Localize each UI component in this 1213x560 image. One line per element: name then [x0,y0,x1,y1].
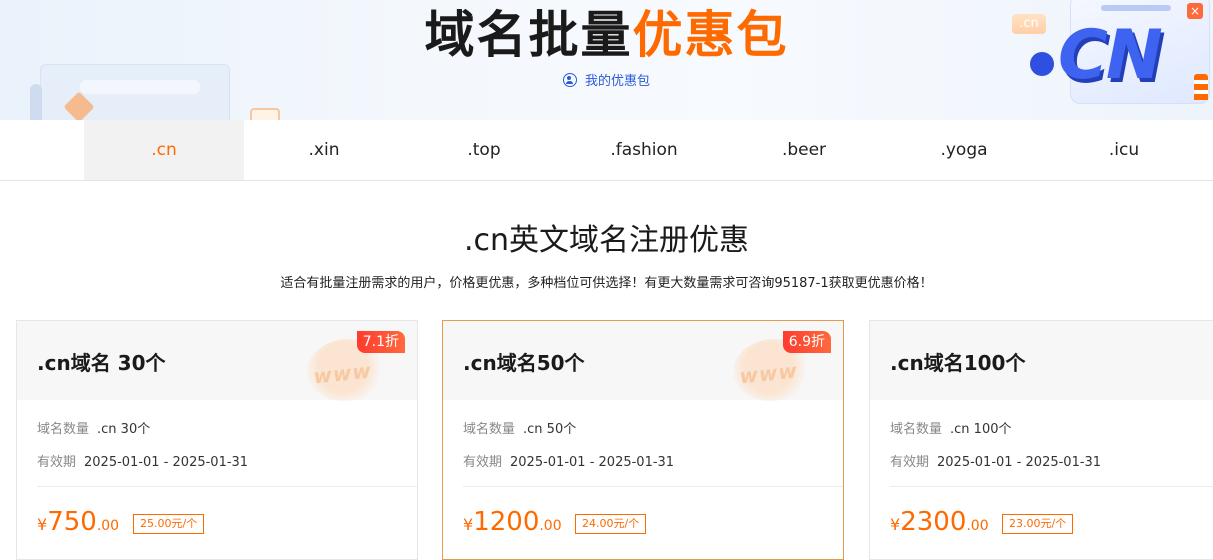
domain-count-label: 域名数量 [463,422,515,437]
package-card[interactable]: .cn域名 30个 www 7.1折 域名数量 .cn 30个 有效期 2025-0… [16,320,418,560]
domain-count-row: 域名数量 .cn 50个 [463,418,576,437]
package-card[interactable]: .cn域名50个 www 6.9折 域名数量 .cn 50个 有效期 2025-01… [442,320,844,560]
banner-illustration-right: .cn × CN [1000,0,1213,120]
discount-badge: 7.1折 [357,331,405,353]
tab-top[interactable]: .top [404,120,564,180]
divider [37,486,417,487]
price-integer: 1200 [473,507,539,537]
section-subtitle: 适合有批量注册需求的用户，价格更优惠，多种档位可供选择！有更大数量需求可咨询95… [0,274,1213,294]
tab-fashion[interactable]: .fashion [564,120,724,180]
domain-count-value: .cn 100个 [950,422,1011,437]
dot-icon [1030,52,1054,76]
banner-title-main: 域名批量 [425,6,633,64]
price: ¥2300.00 [890,507,989,537]
price-decimal: .00 [966,518,988,534]
currency-symbol: ¥ [463,515,473,534]
user-icon [563,73,577,87]
price-integer: 2300 [900,507,966,537]
validity-label: 有效期 [37,455,76,470]
traffic-cone-icon [1194,74,1208,100]
card-header: .cn域名 30个 www 7.1折 [17,321,417,400]
validity-row: 有效期 2025-01-01 - 2025-01-31 [37,451,248,470]
card-header: .cn域名50个 www 6.9折 [443,321,843,400]
currency-symbol: ¥ [890,515,900,534]
domain-count-row: 域名数量 .cn 30个 [37,418,150,437]
currency-symbol: ¥ [37,515,47,534]
cn-logo: CN [1030,16,1161,95]
tab-xin[interactable]: .xin [244,120,404,180]
domain-count-row: 域名数量 .cn 100个 [890,418,1011,437]
card-title: .cn域名 30个 [37,347,166,376]
package-card[interactable]: .cn域名100个 www 域名数量 .cn 100个 有效期 2025-01-01… [869,320,1213,560]
section-title: .cn英文域名注册优惠 [0,219,1213,263]
close-icon: × [1187,3,1203,19]
price-integer: 750 [47,507,97,537]
validity-label: 有效期 [463,455,502,470]
tab-beer[interactable]: .beer [724,120,884,180]
unit-price-badge: 25.00元/个 [133,514,204,534]
domain-count-value: .cn 50个 [523,422,576,437]
price-decimal: .00 [539,518,561,534]
cn-logo-text: CN [1058,16,1161,95]
deco-tag-icon [250,108,280,120]
deco-pillar [30,84,42,120]
validity-value: 2025-01-01 - 2025-01-31 [937,455,1101,470]
tab-yoga[interactable]: .yoga [884,120,1044,180]
card-title: .cn域名100个 [890,347,1025,376]
tab-icu[interactable]: .icu [1044,120,1204,180]
tld-tab-bar: .cn .xin .top .fashion .beer .yoga .icu [0,120,1213,181]
card-header: .cn域名100个 www [870,321,1213,400]
promo-banner: 域名批量优惠包 我的优惠包 .cn × CN [0,0,1213,120]
divider [890,486,1213,487]
price: ¥750.00 [37,507,119,537]
domain-count-label: 域名数量 [37,422,89,437]
discount-badge: 6.9折 [783,331,831,353]
cn-window-bar [1101,5,1171,11]
unit-price-badge: 24.00元/个 [575,514,646,534]
price: ¥1200.00 [463,507,562,537]
validity-value: 2025-01-01 - 2025-01-31 [510,455,674,470]
price-decimal: .00 [97,518,119,534]
tab-cn[interactable]: .cn [84,120,244,180]
divider [463,486,843,487]
unit-price-badge: 23.00元/个 [1002,514,1073,534]
validity-value: 2025-01-01 - 2025-01-31 [84,455,248,470]
my-coupons-label: 我的优惠包 [585,74,650,89]
validity-row: 有效期 2025-01-01 - 2025-01-31 [890,451,1101,470]
domain-count-label: 域名数量 [890,422,942,437]
validity-row: 有效期 2025-01-01 - 2025-01-31 [463,451,674,470]
validity-label: 有效期 [890,455,929,470]
domain-count-value: .cn 30个 [97,422,150,437]
banner-title-highlight: 优惠包 [633,6,789,64]
card-title: .cn域名50个 [463,347,585,376]
